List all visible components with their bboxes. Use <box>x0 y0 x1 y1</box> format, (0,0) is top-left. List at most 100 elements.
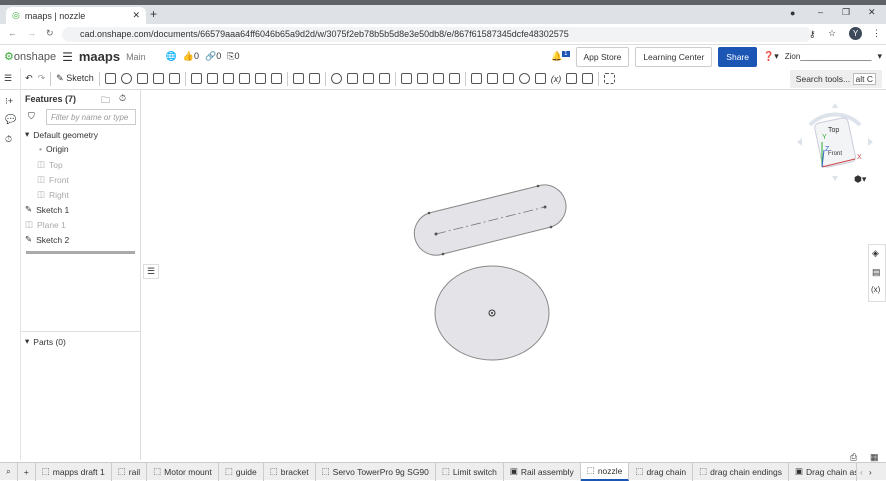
view-cube-front[interactable]: Front <box>828 151 842 157</box>
tab-part-studio[interactable]: ⬚ Servo TowerPro 9g SG90 <box>316 462 436 481</box>
feature-right-plane[interactable]: ◫ Right <box>37 189 69 200</box>
rollback-timer-icon[interactable]: ⏱ <box>119 93 126 104</box>
tab-assembly[interactable]: ▣ Drag chain as <box>789 462 858 481</box>
appearance-panel-icon[interactable]: ◈ <box>872 248 879 259</box>
branch-name[interactable]: Main <box>126 52 146 62</box>
insert-icon[interactable]: ⁝+ <box>5 96 13 107</box>
close-window-button[interactable]: ✕ <box>868 7 876 18</box>
thicken-icon[interactable] <box>168 73 180 84</box>
feature-sketch-2[interactable]: ✎ Sketch 2 <box>25 234 69 245</box>
replace-face-icon[interactable] <box>432 73 444 84</box>
back-icon[interactable]: ← <box>8 28 17 38</box>
panel-toggle-icon[interactable]: ☰ <box>143 264 160 279</box>
rib-icon[interactable] <box>238 73 250 84</box>
url-field[interactable]: cad.onshape.com/documents/66579aaa64ff60… <box>62 27 812 42</box>
sketch-button[interactable]: ✎ Sketch <box>56 73 94 84</box>
share-button[interactable]: Share <box>718 46 757 67</box>
help-icon[interactable]: ❓▾ <box>763 51 779 62</box>
parts-folder[interactable]: ▾ Parts (0) <box>25 336 66 347</box>
tab-part-studio[interactable]: ⬚ Limit switch <box>436 462 504 481</box>
feature-sketch-1[interactable]: ✎ Sketch 1 <box>25 204 69 215</box>
plane-icon[interactable] <box>470 73 482 84</box>
view-cube-top[interactable]: Top <box>828 127 839 134</box>
tab-manager-icon[interactable]: ⌕ <box>0 462 18 481</box>
key-icon[interactable]: ⚷ <box>809 29 816 40</box>
bom-panel-icon[interactable]: ▤ <box>872 267 881 278</box>
mirror-icon[interactable] <box>308 73 320 84</box>
rollback-bar[interactable] <box>26 251 135 254</box>
app-store-button[interactable]: App Store <box>575 46 630 67</box>
assembly-icon[interactable] <box>566 73 578 84</box>
feature-front-plane[interactable]: ◫ Front <box>37 174 69 185</box>
feature-top-plane[interactable]: ◫ Top <box>37 159 63 170</box>
transform-icon[interactable] <box>362 73 374 84</box>
split-icon[interactable] <box>346 73 358 84</box>
mate-connector-icon[interactable] <box>486 73 498 84</box>
tab-assembly[interactable]: ▣ Rail assembly <box>504 462 581 481</box>
browser-tab[interactable]: ◎ maaps | nozzle ✕ <box>6 7 146 24</box>
comments-icon[interactable]: 💬 <box>5 114 16 125</box>
redo-icon[interactable]: ↷ <box>38 73 46 84</box>
appearance-icon[interactable] <box>582 73 594 84</box>
revolve-icon[interactable] <box>120 73 132 84</box>
menu-icon[interactable]: ☰ <box>62 50 73 64</box>
offset-surface-icon[interactable] <box>448 73 460 84</box>
shell-icon[interactable] <box>254 73 266 84</box>
tab-part-studio[interactable]: ⬚ mapps draft 1 <box>36 462 112 481</box>
variables-panel-icon[interactable]: (x) <box>871 285 880 294</box>
chamfer-icon[interactable] <box>206 73 218 84</box>
scroll-tabs-right-icon[interactable]: › <box>866 467 875 477</box>
browser-menu-icon[interactable]: ⋮ <box>872 28 881 39</box>
tab-part-studio[interactable]: ⬚ guide <box>219 462 264 481</box>
tab-part-studio[interactable]: ⬚ Motor mount <box>147 462 219 481</box>
delete-part-icon[interactable] <box>378 73 390 84</box>
forward-icon[interactable]: → <box>27 28 36 38</box>
sweep-icon[interactable] <box>136 73 148 84</box>
maximize-button[interactable]: ❐ <box>842 7 850 18</box>
tab-part-studio[interactable]: ⬚ drag chain endings <box>693 462 790 481</box>
filter-icon[interactable]: ⛉ <box>28 111 35 122</box>
tab-part-studio[interactable]: ⬚ rail <box>112 462 148 481</box>
minimize-button[interactable]: – <box>818 7 823 17</box>
profile-avatar[interactable]: Y <box>849 27 862 40</box>
extrude-icon[interactable] <box>104 73 116 84</box>
view-options-icon[interactable]: ⬢▾ <box>854 174 866 185</box>
scroll-tabs-left-icon[interactable]: ‹ <box>857 467 866 477</box>
undo-icon[interactable]: ↶ <box>25 73 33 84</box>
hole-icon[interactable] <box>270 73 282 84</box>
learning-center-button[interactable]: Learning Center <box>635 46 713 67</box>
onshape-logo[interactable]: ⚙onshape <box>4 50 56 63</box>
new-tab-button[interactable]: + <box>150 7 157 21</box>
history-icon[interactable]: ⏱ <box>5 134 12 145</box>
globe-icon[interactable]: 🌐 <box>166 51 177 62</box>
add-tab-button[interactable]: + <box>18 462 36 481</box>
helix-icon[interactable] <box>502 73 514 84</box>
like-icon[interactable]: 👍0 <box>183 51 199 62</box>
tab-part-studio-active[interactable]: ⬚ nozzle <box>580 462 630 481</box>
loft-icon[interactable] <box>152 73 164 84</box>
feature-origin[interactable]: • Origin <box>39 144 69 154</box>
add-folder-icon[interactable]: 🗀 <box>101 93 110 109</box>
pattern-icon[interactable] <box>292 73 304 84</box>
document-name[interactable]: maaps <box>79 49 120 64</box>
user-menu-chevron-icon[interactable]: ▾ <box>877 51 882 62</box>
notifications-icon[interactable]: 🔔 1 <box>551 51 570 62</box>
feature-plane-1[interactable]: ◫ Plane 1 <box>25 219 66 230</box>
profile-indicator-icon[interactable]: ● <box>790 8 795 18</box>
user-menu[interactable]: Zion________________ <box>785 52 872 61</box>
section-icon[interactable] <box>534 73 546 84</box>
bookmark-star-icon[interactable]: ☆ <box>828 28 836 39</box>
draft-icon[interactable] <box>222 73 234 84</box>
reload-icon[interactable]: ↻ <box>46 28 54 39</box>
close-tab-icon[interactable]: ✕ <box>132 10 140 21</box>
tab-part-studio[interactable]: ⬚ bracket <box>264 462 316 481</box>
boolean-icon[interactable] <box>330 73 342 84</box>
link-icon[interactable]: 🔗0 <box>205 51 221 62</box>
search-tools-button[interactable]: Search tools... alt C <box>789 69 882 88</box>
fillet-icon[interactable] <box>190 73 202 84</box>
copy-icon[interactable]: ⎘0 <box>227 51 239 62</box>
variable-icon[interactable]: (x) <box>551 74 562 84</box>
default-geometry-folder[interactable]: ▾ Default geometry <box>25 129 98 140</box>
custom-features-icon[interactable] <box>604 73 616 84</box>
modify-fillet-icon[interactable] <box>400 73 412 84</box>
